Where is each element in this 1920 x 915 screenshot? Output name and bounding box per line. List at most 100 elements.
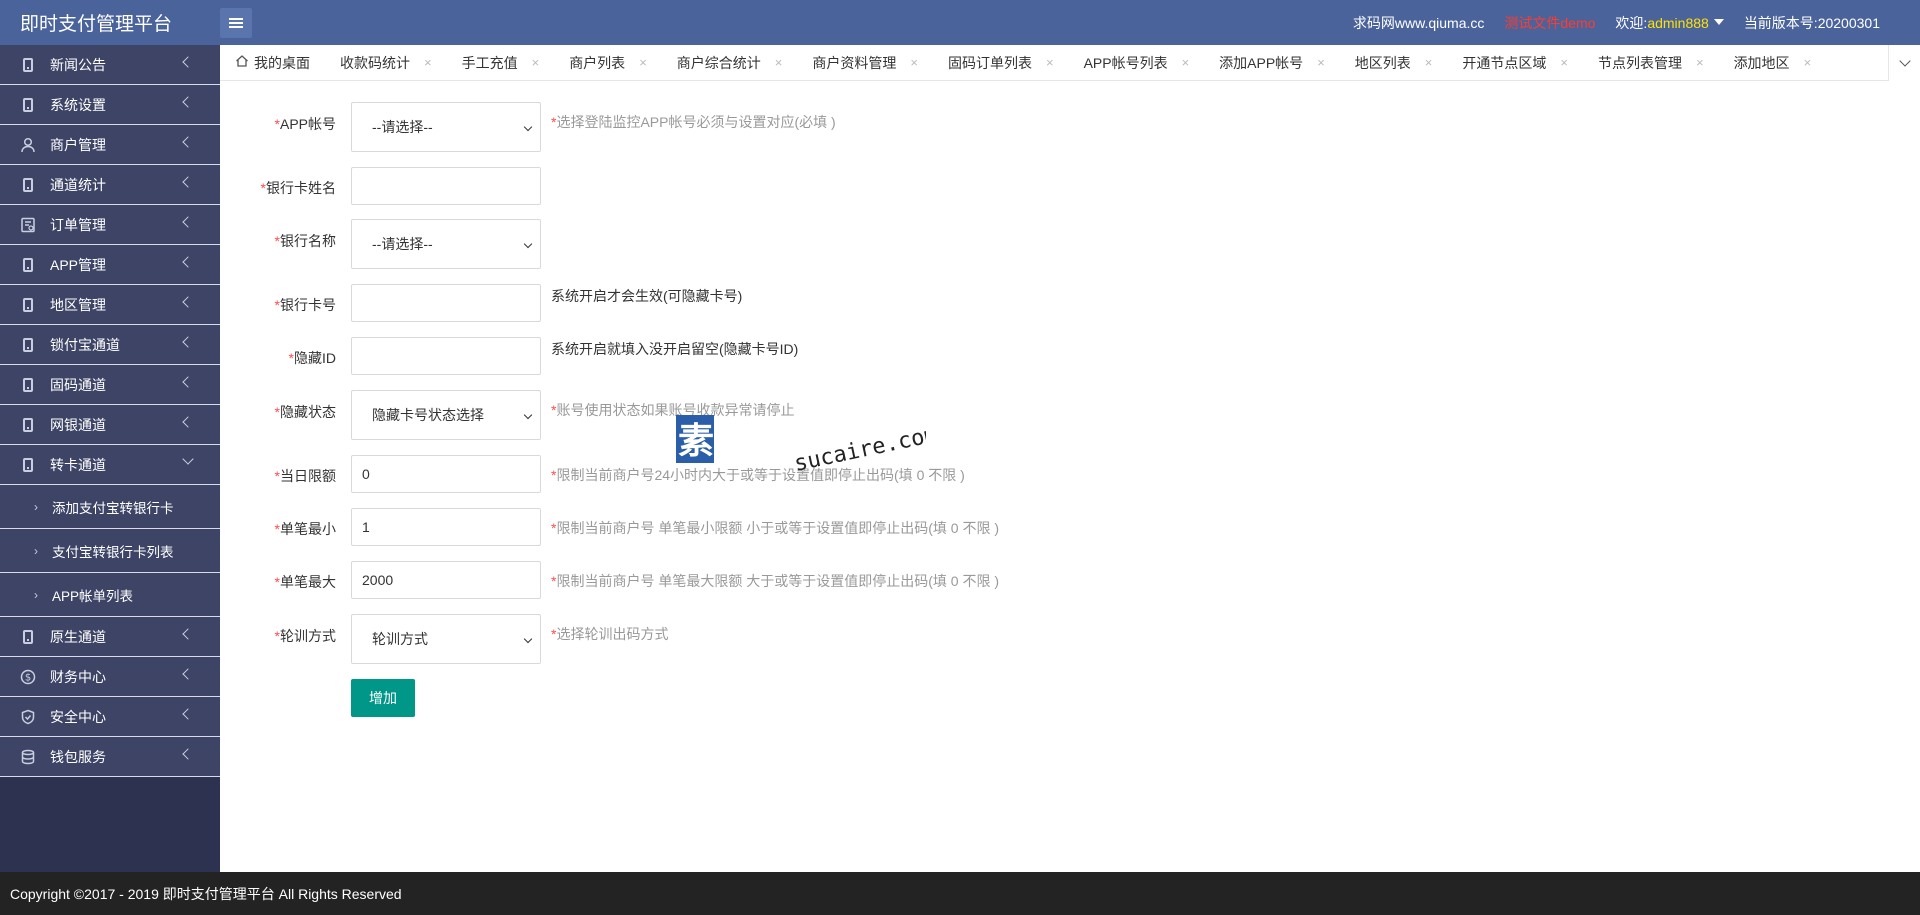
- sidebar-item[interactable]: 原生通道: [0, 617, 220, 657]
- site-link[interactable]: 求码网www.qiuma.cc: [1353, 13, 1484, 33]
- hint-min-single: *限制当前商户号 单笔最小限额 小于或等于设置值即停止出码(填 0 不限 ): [551, 520, 1000, 536]
- tab-label: 节点列表管理: [1597, 54, 1682, 71]
- tab[interactable]: 固码订单列表 ×: [933, 45, 1069, 81]
- chevron-left-icon: [182, 176, 194, 188]
- label-daily-limit: 当日限额: [280, 468, 336, 484]
- hint-card-number: 系统开启才会生效(可隐藏卡号): [551, 288, 743, 304]
- row-rotation: *轮训方式 轮训方式 *选择轮训出码方式: [220, 614, 668, 664]
- tab[interactable]: 商户资料管理 ×: [797, 45, 933, 81]
- database-icon: [20, 749, 36, 765]
- sidebar-item[interactable]: 固码通道: [0, 365, 220, 405]
- user-menu[interactable]: 欢迎:admin888: [1615, 13, 1724, 33]
- close-icon[interactable]: ×: [639, 55, 647, 70]
- max-single-input[interactable]: [351, 561, 541, 599]
- bank-name-select[interactable]: --请选择--: [351, 219, 541, 269]
- home-icon: [235, 54, 249, 71]
- close-icon[interactable]: ×: [1046, 55, 1054, 70]
- close-icon[interactable]: ×: [910, 55, 918, 70]
- sidebar-item[interactable]: 新闻公告: [0, 45, 220, 85]
- close-icon[interactable]: ×: [1696, 55, 1704, 70]
- tab-label: 商户列表: [569, 54, 626, 71]
- tab-label: 添加地区: [1733, 54, 1790, 71]
- tab[interactable]: 我的桌面: [220, 45, 325, 81]
- card-name-input[interactable]: [351, 167, 541, 205]
- row-min-single: *单笔最小 *限制当前商户号 单笔最小限额 小于或等于设置值即停止出码(填 0 …: [220, 508, 999, 546]
- sidebar-item-label: 网银通道: [50, 416, 106, 433]
- sidebar-item[interactable]: 地区管理: [0, 285, 220, 325]
- sidebar-subitem[interactable]: › 添加支付宝转银行卡: [0, 485, 220, 529]
- hidden-id-input[interactable]: [351, 337, 541, 375]
- close-icon[interactable]: ×: [1560, 55, 1568, 70]
- row-bank-name: *银行名称 --请选择--: [220, 219, 541, 269]
- min-single-input[interactable]: [351, 508, 541, 546]
- sidebar-item[interactable]: 网银通道: [0, 405, 220, 445]
- sidebar-subitem[interactable]: › APP帐单列表: [0, 573, 220, 617]
- tab-label: APP帐号列表: [1083, 54, 1168, 71]
- tab-label: 固码订单列表: [947, 54, 1032, 71]
- chevron-down-icon: [1898, 55, 1911, 67]
- sidebar-item-label: 财务中心: [50, 668, 106, 685]
- label-min-single: 单笔最小: [280, 521, 336, 537]
- card-number-input[interactable]: [351, 284, 541, 322]
- phone-icon: [20, 297, 36, 313]
- sidebar-item[interactable]: 安全中心: [0, 697, 220, 737]
- tab[interactable]: 节点列表管理 ×: [1583, 45, 1719, 81]
- tab[interactable]: 商户列表 ×: [554, 45, 662, 81]
- chevron-left-icon: [182, 56, 194, 68]
- sidebar-item-label: 系统设置: [50, 96, 106, 113]
- sidebar-item-label: 商户管理: [50, 136, 106, 153]
- phone-icon: [20, 337, 36, 353]
- hidden-status-select[interactable]: 隐藏卡号状态选择: [351, 390, 541, 440]
- add-card-form: *APP帐号 --请选择-- *选择登陆监控APP帐号必须与设置对应(必填 ) …: [220, 82, 1920, 872]
- sidebar-item[interactable]: 订单管理: [0, 205, 220, 245]
- sidebar-subitem[interactable]: › 支付宝转银行卡列表: [0, 529, 220, 573]
- tab[interactable]: APP帐号列表 ×: [1069, 45, 1205, 81]
- tab[interactable]: 添加APP帐号 ×: [1204, 45, 1340, 81]
- chevron-left-icon: [182, 96, 194, 108]
- tab-label: 地区列表: [1354, 54, 1411, 71]
- sidebar-item[interactable]: 钱包服务: [0, 737, 220, 777]
- close-icon[interactable]: ×: [1425, 55, 1433, 70]
- app-account-select[interactable]: --请选择--: [351, 102, 541, 152]
- rotation-select[interactable]: 轮训方式: [351, 614, 541, 664]
- add-button[interactable]: 增加: [351, 679, 415, 717]
- tab[interactable]: 商户综合统计 ×: [662, 45, 798, 81]
- daily-limit-input[interactable]: [351, 455, 541, 493]
- test-link[interactable]: 测试文件demo: [1504, 13, 1595, 33]
- close-icon[interactable]: ×: [1317, 55, 1325, 70]
- chevron-left-icon: [182, 708, 194, 720]
- tab-label: 商户综合统计: [676, 54, 761, 71]
- close-icon[interactable]: ×: [1804, 55, 1812, 70]
- close-icon[interactable]: ×: [532, 55, 540, 70]
- tab-label: 商户资料管理: [812, 54, 897, 71]
- sidebar-item[interactable]: 转卡通道: [0, 445, 220, 485]
- phone-icon: [20, 57, 36, 73]
- tab[interactable]: 地区列表 ×: [1340, 45, 1448, 81]
- hint-hidden-status: *账号使用状态如果账号收款异常请停止: [551, 402, 795, 418]
- sidebar-item[interactable]: 系统设置: [0, 85, 220, 125]
- row-card-number: *银行卡号 系统开启才会生效(可隐藏卡号): [220, 284, 742, 322]
- close-icon[interactable]: ×: [775, 55, 783, 70]
- chevron-right-icon: ›: [34, 499, 38, 514]
- menu-toggle-button[interactable]: [220, 7, 252, 38]
- label-app-account: APP帐号: [279, 116, 336, 132]
- sidebar-item[interactable]: $ 财务中心: [0, 657, 220, 697]
- tab[interactable]: 收款码统计 ×: [325, 45, 447, 81]
- sidebar: 新闻公告系统设置商户管理通道统计 订单管理 APP管理 地区管理 锁付宝通道 固码通道网银…: [0, 45, 220, 872]
- close-icon[interactable]: ×: [1182, 55, 1190, 70]
- sidebar-item[interactable]: 锁付宝通道: [0, 325, 220, 365]
- tab-more-button[interactable]: [1888, 45, 1920, 81]
- hint-rotation: *选择轮训出码方式: [551, 626, 669, 642]
- tab[interactable]: 开通节点区域 ×: [1447, 45, 1583, 81]
- row-app-account: *APP帐号 --请选择-- *选择登陆监控APP帐号必须与设置对应(必填 ): [220, 102, 836, 152]
- tab[interactable]: 手工充值 ×: [447, 45, 555, 81]
- row-daily-limit: *当日限额 *限制当前商户号24小时内大于或等于设置值即停止出码(填 0 不限 …: [220, 455, 965, 493]
- sidebar-item[interactable]: APP管理: [0, 245, 220, 285]
- sidebar-item[interactable]: 商户管理: [0, 125, 220, 165]
- tab[interactable]: 添加地区 ×: [1719, 45, 1827, 81]
- sidebar-item[interactable]: 通道统计: [0, 165, 220, 205]
- close-icon[interactable]: ×: [424, 55, 432, 70]
- chevron-down-icon: [523, 239, 533, 249]
- row-hidden-status: *隐藏状态 隐藏卡号状态选择 *账号使用状态如果账号收款异常请停止: [220, 390, 794, 440]
- tab-label: 手工充值: [461, 54, 518, 71]
